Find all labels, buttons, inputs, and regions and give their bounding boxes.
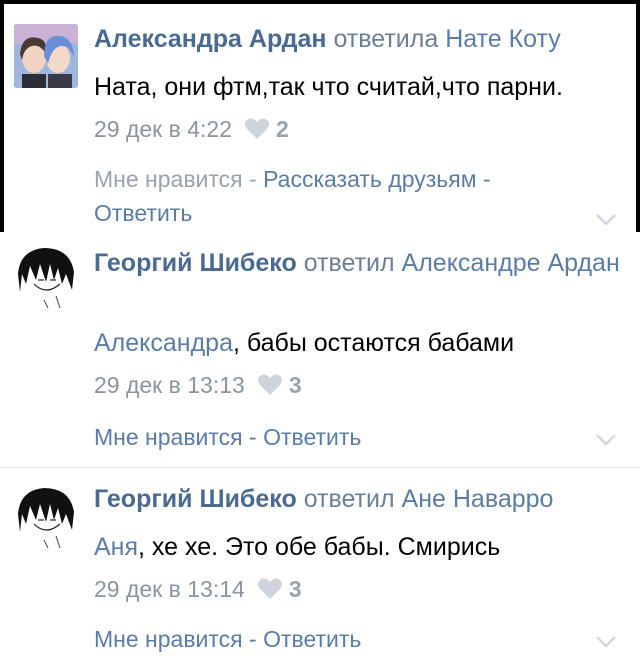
timestamp[interactable]: 29 дек в 4:22 [94, 114, 232, 144]
avatar-manga-image [14, 484, 78, 548]
comment-meta: 29 дек в 13:14 3 [94, 574, 302, 604]
like-button[interactable]: Мне нравится [94, 626, 243, 652]
author-name[interactable]: Александра Ардан [94, 25, 326, 53]
avatar[interactable] [14, 484, 78, 548]
comment-meta: 29 дек в 13:13 3 [94, 370, 302, 400]
comment-3: Георгий Шибеко ответил Ане Наварро Аня, … [0, 468, 640, 660]
reply-verb: ответила [333, 25, 439, 53]
like-button[interactable]: Мне нравится [94, 166, 243, 192]
timestamp[interactable]: 29 дек в 13:14 [94, 574, 245, 604]
avatar[interactable] [14, 24, 78, 88]
timestamp[interactable]: 29 дек в 13:13 [94, 370, 245, 400]
author-name[interactable]: Георгий Шибеко [94, 485, 297, 513]
like-count: 2 [276, 116, 289, 142]
separator: - [242, 424, 264, 450]
reply-target-link[interactable]: Ане Наварро [402, 485, 554, 513]
comment-body: , бабы остаются бабами [233, 329, 515, 357]
avatar[interactable] [14, 244, 78, 308]
reply-button[interactable]: Ответить [263, 424, 361, 450]
comment-header: Георгий Шибеко ответил Александре Ардан [94, 246, 620, 280]
heart-icon[interactable] [244, 117, 270, 141]
author-name[interactable]: Георгий Шибеко [94, 249, 297, 277]
comment-1: Александра Ардан ответила Нате Коту Ната… [4, 4, 636, 232]
reply-target-link[interactable]: Александре Ардан [402, 249, 620, 277]
comment-meta: 29 дек в 4:22 2 [94, 114, 289, 144]
separator: - [242, 166, 264, 192]
comment-text: Ната, они фтм,так что считай,что парни. [94, 73, 563, 101]
avatar-photo-image [14, 24, 78, 88]
reply-button[interactable]: Ответить [263, 626, 361, 652]
heart-icon[interactable] [257, 577, 283, 601]
like-count: 3 [288, 372, 302, 398]
comment-body: , хе хе. Это обе бабы. Смирись [138, 533, 501, 561]
reply-target-link[interactable]: Нате Коту [445, 25, 561, 53]
separator: - [476, 166, 491, 192]
like-count: 3 [288, 576, 302, 602]
reply-button[interactable]: Ответить [94, 200, 192, 226]
comment-2: Георгий Шибеко ответил Александре Ардан … [0, 232, 640, 468]
chevron-down-icon[interactable] [594, 212, 618, 228]
heart-icon[interactable] [257, 373, 283, 397]
mention-link[interactable]: Александра [94, 329, 233, 357]
comment-header: Георгий Шибеко ответил Ане Наварро [94, 482, 620, 516]
comment-actions: Мне нравится - Ответить [94, 622, 600, 656]
reply-verb: ответил [303, 249, 395, 277]
avatar-manga-image [14, 244, 78, 308]
chevron-down-icon[interactable] [594, 432, 618, 448]
highlighted-comment-frame: Александра Ардан ответила Нате Коту Ната… [0, 0, 640, 232]
mention-link[interactable]: Аня [94, 533, 138, 561]
reply-verb: ответил [303, 485, 395, 513]
comment-actions: Мне нравится - Ответить [94, 420, 600, 454]
comment-header: Александра Ардан ответила Нате Коту [94, 22, 616, 56]
comment-text: Аня, хе хе. Это обе бабы. Смирись [94, 530, 624, 564]
comment-actions: Мне нравится - Рассказать друзьям - Отве… [94, 162, 576, 230]
comment-text: Александра, бабы остаются бабами [94, 326, 624, 360]
like-button[interactable]: Мне нравится [94, 424, 243, 450]
separator: - [242, 626, 264, 652]
chevron-down-icon[interactable] [594, 634, 618, 650]
share-button[interactable]: Рассказать друзьям [263, 166, 476, 192]
